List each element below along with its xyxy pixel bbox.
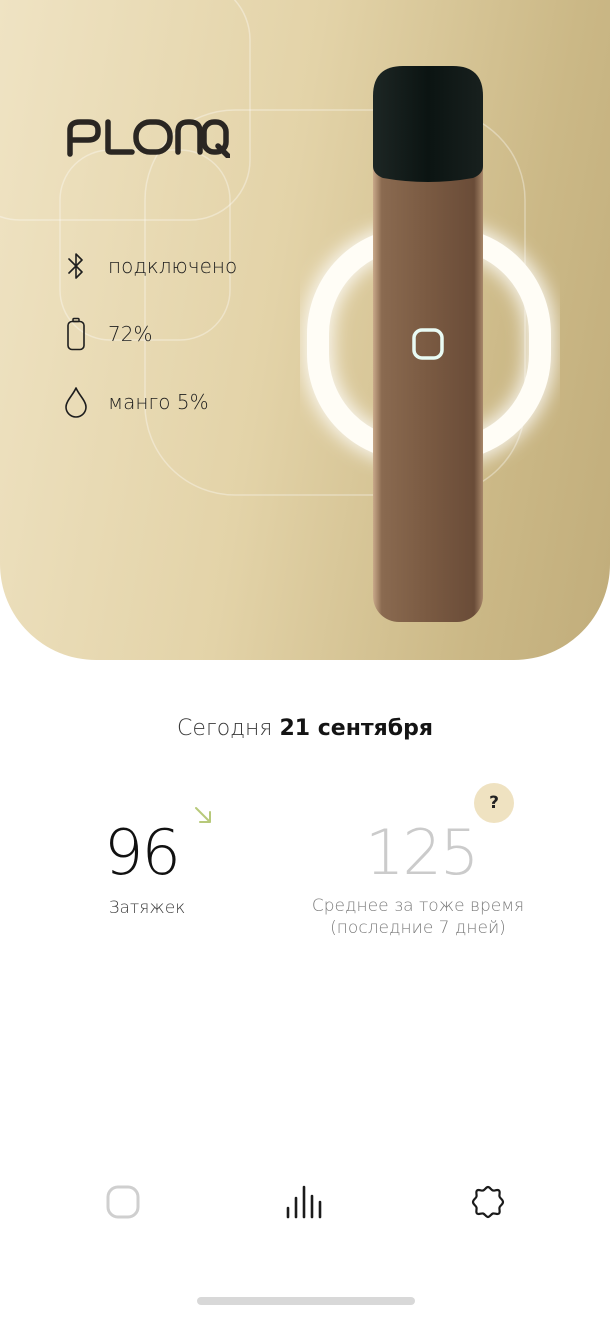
plonq-logo xyxy=(67,119,230,158)
home-indicator[interactable] xyxy=(197,1297,415,1305)
connection-status: подключено xyxy=(64,248,237,284)
liquid-label: манго 5% xyxy=(108,390,209,414)
liquid-status: манго 5% xyxy=(64,384,209,420)
nav-device-tab[interactable] xyxy=(101,1180,145,1224)
bluetooth-icon xyxy=(64,248,88,284)
average-label-line1: Среднее за тоже время xyxy=(311,896,525,916)
nav-stats-tab[interactable] xyxy=(282,1180,326,1224)
bar-chart-icon xyxy=(286,1185,322,1219)
nav-settings-tab[interactable] xyxy=(466,1180,510,1224)
device-hero-card: подключено 72% манго 5% xyxy=(0,0,610,660)
drop-icon xyxy=(64,384,88,420)
gear-icon xyxy=(471,1185,505,1219)
trend-down-arrow-icon xyxy=(195,807,211,823)
battery-icon xyxy=(64,316,88,352)
average-label: Среднее за тоже время (последние 7 дней) xyxy=(288,895,548,939)
date-value: 21 сентября xyxy=(279,716,434,741)
average-label-line2: (последние 7 дней) xyxy=(330,918,506,938)
date-prefix: Сегодня xyxy=(176,716,273,741)
battery-status: 72% xyxy=(64,316,152,352)
puffs-count: 96 xyxy=(104,816,181,889)
battery-label: 72% xyxy=(108,322,153,346)
help-button[interactable]: ? xyxy=(474,783,514,823)
date-heading: Сегодня 21 сентября xyxy=(0,716,610,741)
average-count: 125 xyxy=(365,816,479,889)
puffs-label: Затяжек xyxy=(108,898,186,918)
device-illustration xyxy=(303,66,555,622)
device-square-icon xyxy=(106,1185,140,1219)
connection-label: подключено xyxy=(108,254,238,278)
